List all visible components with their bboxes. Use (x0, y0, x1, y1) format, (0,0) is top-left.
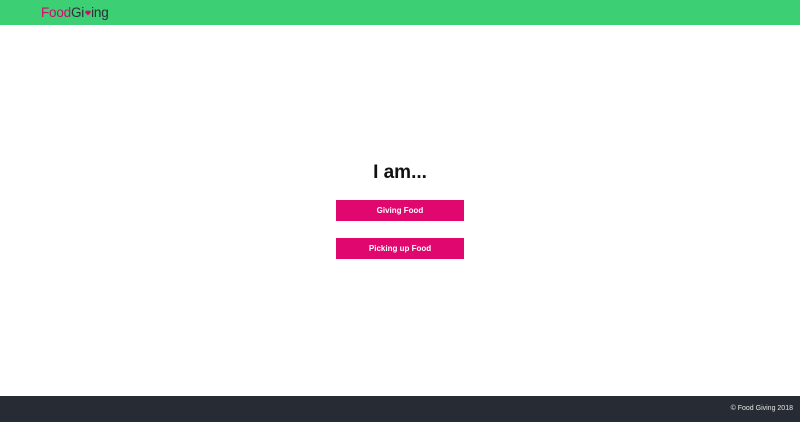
picking-up-food-button[interactable]: Picking up Food (336, 238, 464, 259)
footer: © Food Giving 2018 (0, 396, 800, 422)
giving-food-button[interactable]: Giving Food (336, 200, 464, 221)
top-nav-bar: Food Gi ing (0, 0, 800, 25)
main-content: I am... Giving Food Picking up Food (0, 25, 800, 396)
logo-giving-suffix: ing (91, 5, 109, 20)
page: Food Gi ing I am... Giving Food Picking … (0, 0, 800, 422)
food-giving-logo[interactable]: Food Gi ing (41, 4, 109, 21)
logo-giving-prefix: Gi (70, 5, 85, 20)
copyright-text: © Food Giving 2018 (730, 405, 793, 412)
page-heading: I am... (373, 162, 427, 183)
logo-food-text: Food (41, 5, 71, 20)
